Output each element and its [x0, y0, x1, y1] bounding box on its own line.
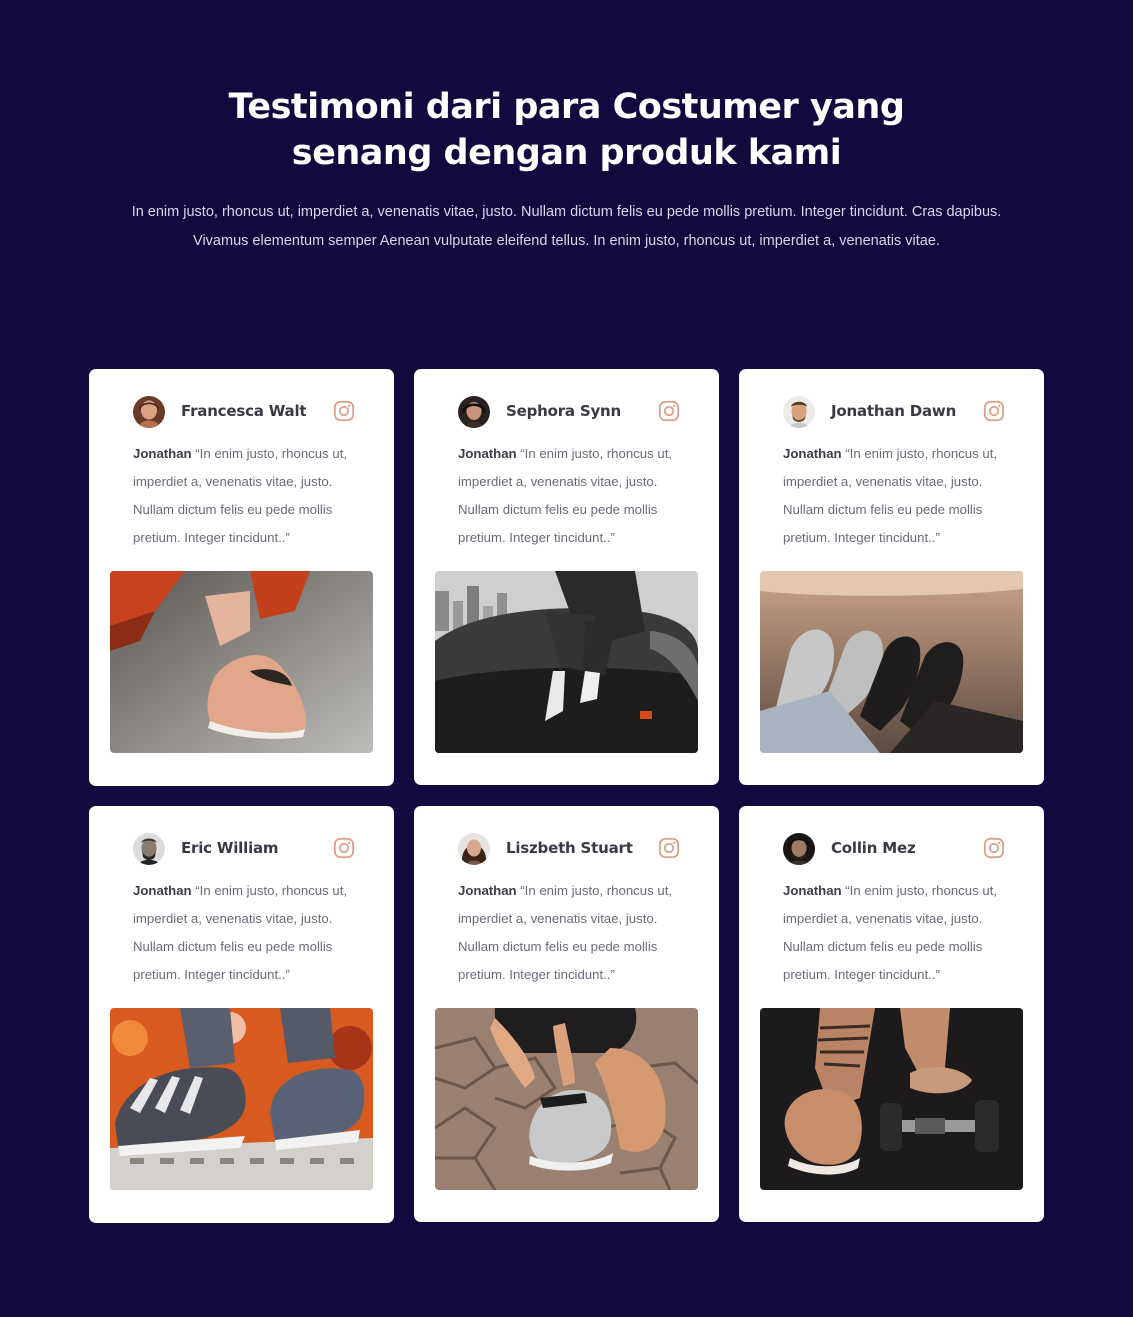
avatar: [133, 833, 165, 865]
customer-name: Jonathan Dawn: [831, 402, 957, 420]
testimonial-photo: [110, 571, 373, 753]
customer-name: Francesca Walt: [181, 402, 307, 420]
testimonial-photo: [760, 1008, 1023, 1190]
testimonial-quote: Jonathan “In enim justo, rhoncus ut, imp…: [783, 440, 1015, 552]
testimonial-photo: [110, 1008, 373, 1190]
testimonial-photo: [435, 1008, 698, 1190]
instagram-icon[interactable]: [333, 837, 355, 859]
avatar: [133, 396, 165, 428]
testimonial-card-collin-mez: Collin Mez Jonathan “In enim justo, rhon…: [739, 806, 1044, 1222]
card-header: Jonathan Dawn: [783, 395, 1005, 429]
card-header: Collin Mez: [783, 832, 1005, 866]
testimonial-card-jonathan-dawn: Jonathan Dawn Jonathan “In enim justo, r…: [739, 369, 1044, 785]
instagram-icon[interactable]: [658, 837, 680, 859]
section-intro: In enim justo, rhoncus ut, imperdiet a, …: [131, 204, 1002, 249]
testimonial-quote: Jonathan “In enim justo, rhoncus ut, imp…: [458, 877, 690, 989]
section-title-line-2: senang dengan produk kami: [291, 133, 842, 173]
customer-name: Eric William: [181, 839, 279, 857]
quote-author: Jonathan: [458, 446, 517, 461]
testimonial-card-eric-william: Eric William Jonathan “In enim justo, rh…: [89, 806, 394, 1223]
quote-author: Jonathan: [133, 883, 192, 898]
testimonial-card-sephora-synn: Sephora Synn Jonathan “In enim justo, rh…: [414, 369, 719, 785]
testimonial-quote: Jonathan “In enim justo, rhoncus ut, imp…: [458, 440, 690, 552]
avatar: [458, 833, 490, 865]
instagram-icon[interactable]: [983, 400, 1005, 422]
customer-name: Liszbeth Stuart: [506, 839, 633, 857]
section-title-line-1: Testimoni dari para Costumer yang: [228, 87, 905, 127]
testimonial-quote: Jonathan “In enim justo, rhoncus ut, imp…: [133, 877, 365, 989]
avatar: [458, 396, 490, 428]
quote-author: Jonathan: [133, 446, 192, 461]
customer-name: Collin Mez: [831, 839, 916, 857]
instagram-icon[interactable]: [658, 400, 680, 422]
instagram-icon[interactable]: [983, 837, 1005, 859]
customer-name: Sephora Synn: [506, 402, 621, 420]
testimonial-photo: [760, 571, 1023, 753]
card-header: Sephora Synn: [458, 395, 680, 429]
testimonial-card-francesca-walt: Francesca Walt Jonathan “In enim justo, …: [89, 369, 394, 786]
avatar: [783, 396, 815, 428]
card-header: Francesca Walt: [133, 395, 355, 429]
testimonial-photo: [435, 571, 698, 753]
testimonial-card-liszbeth-stuart: Liszbeth Stuart Jonathan “In enim justo,…: [414, 806, 719, 1222]
quote-author: Jonathan: [458, 883, 517, 898]
testimonial-quote: Jonathan “In enim justo, rhoncus ut, imp…: [133, 440, 365, 552]
instagram-icon[interactable]: [333, 400, 355, 422]
section-title: Testimoni dari para Costumer yang senang…: [0, 84, 1133, 176]
card-header: Eric William: [133, 832, 355, 866]
testimonial-quote: Jonathan “In enim justo, rhoncus ut, imp…: [783, 877, 1015, 989]
quote-author: Jonathan: [783, 446, 842, 461]
card-header: Liszbeth Stuart: [458, 832, 680, 866]
avatar: [783, 833, 815, 865]
quote-author: Jonathan: [783, 883, 842, 898]
